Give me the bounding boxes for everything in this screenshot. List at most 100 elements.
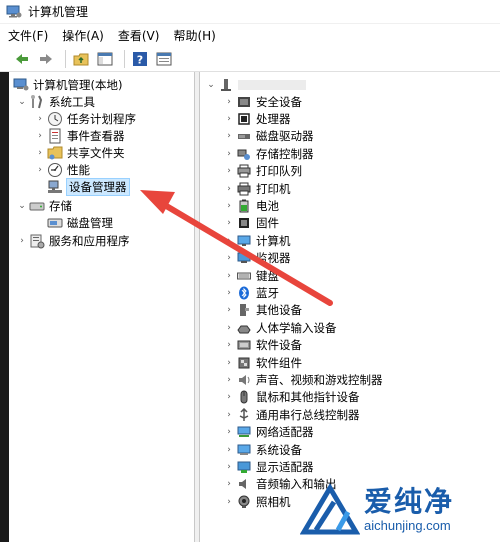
chevron-right-icon[interactable]: › [35, 127, 45, 144]
chevron-right-icon[interactable]: › [224, 232, 234, 249]
audio-io-icon [236, 476, 252, 492]
tree-item-root[interactable]: 计算机管理(本地) [13, 76, 122, 93]
chevron-right-icon[interactable]: › [224, 180, 234, 197]
help-icon[interactable]: ? [130, 49, 150, 69]
chevron-right-icon[interactable]: › [224, 215, 234, 232]
device-tree-root[interactable]: ⌄ [206, 76, 306, 93]
device-category-item[interactable]: › 电池 [224, 197, 279, 214]
keyboard-icon [236, 268, 252, 284]
device-category-item[interactable]: › 蓝牙 [224, 284, 279, 301]
chevron-right-icon[interactable]: › [224, 458, 234, 475]
tree-item-label: 磁盘管理 [67, 215, 113, 230]
show-hide-tree-icon[interactable] [95, 49, 115, 69]
toolbar-separator [65, 49, 66, 68]
tree-item-task-scheduler[interactable]: › 任务计划程序 [35, 110, 136, 127]
tree-item-label: 共享文件夹 [67, 145, 125, 160]
chevron-right-icon[interactable]: › [224, 302, 234, 319]
tree-item-performance[interactable]: › 性能 [35, 161, 90, 178]
chevron-right-icon[interactable]: › [224, 284, 234, 301]
services-icon [29, 233, 45, 249]
menu-view[interactable]: 查看(V) [118, 27, 160, 44]
chevron-right-icon[interactable]: › [17, 232, 27, 249]
chevron-right-icon[interactable]: › [224, 476, 234, 493]
device-category-item[interactable]: › 处理器 [224, 110, 291, 127]
performance-icon [47, 162, 63, 178]
device-category-item[interactable]: › 打印机 [224, 180, 290, 197]
device-category-label: 软件组件 [256, 355, 302, 370]
device-category-label: 网络适配器 [256, 425, 314, 440]
tree-item-device-manager[interactable]: 设备管理器 [47, 177, 130, 196]
device-category-item[interactable]: › 网络适配器 [224, 424, 314, 441]
chevron-right-icon[interactable]: › [224, 493, 234, 510]
tree-item-event-viewer[interactable]: › 事件查看器 [35, 127, 125, 144]
chevron-down-icon[interactable]: ⌄ [206, 76, 216, 93]
chevron-right-icon[interactable]: › [224, 354, 234, 371]
device-category-item[interactable]: › 打印队列 [224, 163, 302, 180]
device-category-label: 软件设备 [256, 338, 302, 353]
device-category-item[interactable]: › 安全设备 [224, 93, 302, 110]
device-category-item[interactable]: › 通用串行总线控制器 [224, 406, 360, 423]
usb-icon [236, 407, 252, 423]
chevron-right-icon[interactable]: › [224, 267, 234, 284]
device-category-item[interactable]: › 监视器 [224, 250, 290, 267]
device-category-item[interactable]: › 磁盘驱动器 [224, 128, 313, 145]
tree-item-disk-management[interactable]: 磁盘管理 [47, 214, 113, 231]
chevron-right-icon[interactable]: › [224, 163, 234, 180]
device-category-item[interactable]: › 人体学输入设备 [224, 319, 336, 336]
tree-item-shared-folders[interactable]: › 共享文件夹 [35, 144, 125, 161]
menu-action[interactable]: 操作(A) [62, 27, 104, 44]
device-category-item[interactable]: › 鼠标和其他指针设备 [224, 389, 359, 406]
battery-icon [236, 198, 252, 214]
chevron-right-icon[interactable]: › [35, 110, 45, 127]
chevron-right-icon[interactable]: › [224, 406, 234, 423]
storage-controller-icon [236, 146, 252, 162]
background-edge [0, 72, 9, 542]
device-category-item[interactable]: › 键盘 [224, 267, 279, 284]
menu-help[interactable]: 帮助(H) [173, 27, 215, 44]
tree-item-storage[interactable]: ⌄ 存储 [17, 197, 72, 214]
chevron-right-icon[interactable]: › [224, 389, 234, 406]
device-category-item[interactable]: › 软件组件 [224, 354, 302, 371]
device-category-item[interactable]: › 软件设备 [224, 337, 302, 354]
device-category-item[interactable]: › 计算机 [224, 232, 290, 249]
chevron-right-icon[interactable]: › [35, 161, 45, 178]
chevron-right-icon[interactable]: › [224, 145, 234, 162]
tree-item-label: 事件查看器 [67, 128, 125, 143]
device-category-item[interactable]: › 声音、视频和游戏控制器 [224, 371, 382, 388]
chevron-right-icon[interactable]: › [224, 197, 234, 214]
chevron-right-icon[interactable]: › [224, 424, 234, 441]
device-category-label: 处理器 [256, 111, 291, 126]
mouse-icon [236, 389, 252, 405]
svg-text:?: ? [137, 53, 143, 66]
back-icon[interactable] [12, 49, 32, 69]
chevron-right-icon[interactable]: › [224, 110, 234, 127]
tree-item-services-apps[interactable]: › 服务和应用程序 [17, 232, 130, 249]
menu-file[interactable]: 文件(F) [8, 27, 48, 44]
device-category-label: 照相机 [256, 494, 291, 509]
device-category-item[interactable]: › 系统设备 [224, 441, 302, 458]
chevron-right-icon[interactable]: › [224, 128, 234, 145]
chevron-right-icon[interactable]: › [35, 144, 45, 161]
redacted-computer-name [238, 79, 306, 90]
chevron-down-icon[interactable]: ⌄ [17, 197, 27, 214]
forward-icon[interactable] [36, 49, 56, 69]
device-category-item[interactable]: › 显示适配器 [224, 458, 314, 475]
device-category-label: 显示适配器 [256, 459, 314, 474]
chevron-right-icon[interactable]: › [224, 93, 234, 110]
chevron-down-icon[interactable]: ⌄ [17, 93, 27, 110]
device-category-label: 电池 [256, 198, 279, 213]
tree-item-system-tools[interactable]: ⌄ 系统工具 [17, 93, 95, 110]
device-category-item[interactable]: › 照相机 [224, 493, 291, 510]
chevron-right-icon[interactable]: › [224, 319, 234, 336]
disk-management-icon [47, 215, 63, 231]
chevron-right-icon[interactable]: › [224, 337, 234, 354]
chevron-right-icon[interactable]: › [224, 371, 234, 388]
device-category-item[interactable]: › 其他设备 [224, 302, 302, 319]
up-folder-icon[interactable] [71, 49, 91, 69]
device-category-item[interactable]: › 固件 [224, 215, 279, 232]
chevron-right-icon[interactable]: › [224, 441, 234, 458]
chevron-right-icon[interactable]: › [224, 250, 234, 267]
device-category-label: 通用串行总线控制器 [256, 407, 360, 422]
properties-icon[interactable] [154, 49, 174, 69]
device-category-item[interactable]: › 存储控制器 [224, 145, 313, 162]
